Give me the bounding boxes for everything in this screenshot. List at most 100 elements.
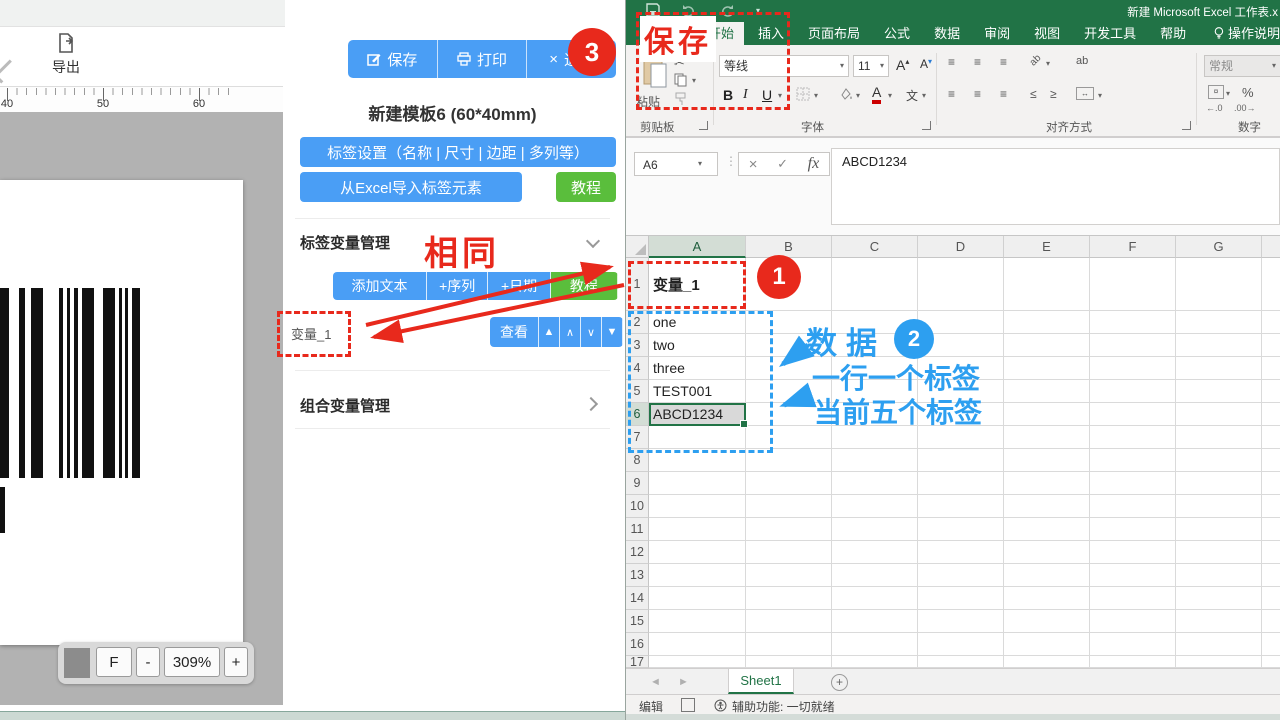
- phonetic-guide-icon[interactable]: 文: [906, 87, 918, 104]
- cell-A3[interactable]: two: [649, 334, 746, 357]
- cell-B15[interactable]: [746, 610, 832, 633]
- decrease-decimal-icon[interactable]: .00→: [1234, 103, 1256, 113]
- top-align-icon[interactable]: ≡: [948, 55, 955, 69]
- cell-F12[interactable]: [1090, 541, 1176, 564]
- cell-B9[interactable]: [746, 472, 832, 495]
- cell-F4[interactable]: [1090, 357, 1176, 380]
- cell-D7[interactable]: [918, 426, 1004, 449]
- tutorial-button[interactable]: 教程: [556, 172, 616, 202]
- cell-G7[interactable]: [1176, 426, 1262, 449]
- cell-partial-1[interactable]: [1262, 258, 1280, 311]
- cell-B7[interactable]: [746, 426, 832, 449]
- cell-A17[interactable]: [649, 656, 746, 668]
- cell-F13[interactable]: [1090, 564, 1176, 587]
- add-sequence-button[interactable]: +序列: [427, 272, 488, 300]
- cell-F8[interactable]: [1090, 449, 1176, 472]
- decrease-indent-icon[interactable]: ≤: [1030, 87, 1037, 101]
- cell-C7[interactable]: [832, 426, 918, 449]
- cell-A6[interactable]: ABCD1234: [649, 403, 746, 426]
- clipboard-dialog-launcher[interactable]: [699, 121, 708, 130]
- cell-B11[interactable]: [746, 518, 832, 541]
- cell-C17[interactable]: [832, 656, 918, 668]
- bold-button[interactable]: B: [723, 87, 733, 103]
- tab-formulas[interactable]: 公式: [874, 22, 920, 45]
- cell-G14[interactable]: [1176, 587, 1262, 610]
- print-button[interactable]: 打印: [438, 40, 528, 78]
- cell-A8[interactable]: [649, 449, 746, 472]
- row-header-9[interactable]: 9: [626, 472, 649, 495]
- undo-icon[interactable]: [682, 3, 697, 17]
- label-settings-button[interactable]: 标签设置（名称 | 尺寸 | 边距 | 多列等）: [300, 137, 616, 167]
- cell-partial-8[interactable]: [1262, 449, 1280, 472]
- save-button[interactable]: 保存: [348, 40, 438, 78]
- format-painter-icon[interactable]: [674, 92, 688, 106]
- cell-A5[interactable]: TEST001: [649, 380, 746, 403]
- column-header-F[interactable]: F: [1090, 236, 1176, 258]
- row-header-4[interactable]: 4: [626, 357, 649, 380]
- row-header-8[interactable]: 8: [626, 449, 649, 472]
- cell-E17[interactable]: [1004, 656, 1090, 668]
- row-header-13[interactable]: 13: [626, 564, 649, 587]
- cell-A11[interactable]: [649, 518, 746, 541]
- cell-F5[interactable]: [1090, 380, 1176, 403]
- cell-A13[interactable]: [649, 564, 746, 587]
- cell-G17[interactable]: [1176, 656, 1262, 668]
- cell-D1[interactable]: [918, 258, 1004, 311]
- prev-sheet-icon[interactable]: ◄: [650, 676, 661, 688]
- orientation-icon[interactable]: ab: [1028, 53, 1044, 69]
- cell-C12[interactable]: [832, 541, 918, 564]
- zoom-in-button[interactable]: +: [224, 647, 248, 677]
- row-header-6[interactable]: 6: [626, 403, 649, 426]
- cell-partial-10[interactable]: [1262, 495, 1280, 518]
- cell-partial-2[interactable]: [1262, 311, 1280, 334]
- move-top-button[interactable]: ▲: [539, 317, 560, 347]
- cell-C3[interactable]: [832, 334, 918, 357]
- cell-D12[interactable]: [918, 541, 1004, 564]
- cell-partial-7[interactable]: [1262, 426, 1280, 449]
- cell-B1[interactable]: [746, 258, 832, 311]
- cell-B12[interactable]: [746, 541, 832, 564]
- middle-align-icon[interactable]: ≡: [974, 55, 981, 69]
- design-canvas[interactable]: F - 309% +: [0, 112, 283, 705]
- cell-partial-6[interactable]: [1262, 403, 1280, 426]
- fit-button[interactable]: F: [96, 647, 132, 677]
- select-all-corner[interactable]: [626, 236, 649, 258]
- tab-insert[interactable]: 插入: [748, 22, 794, 45]
- copy-dropdown-icon[interactable]: ▾: [692, 76, 696, 85]
- tab-help[interactable]: 帮助: [1150, 22, 1196, 45]
- copy-icon[interactable]: [674, 73, 687, 87]
- cell-A12[interactable]: [649, 541, 746, 564]
- tab-data[interactable]: 数据: [924, 22, 970, 45]
- shrink-font-icon[interactable]: A▾: [920, 57, 932, 71]
- cell-D16[interactable]: [918, 633, 1004, 656]
- cell-A2[interactable]: one: [649, 311, 746, 334]
- cell-D2[interactable]: [918, 311, 1004, 334]
- cell-B17[interactable]: [746, 656, 832, 668]
- row-header-5[interactable]: 5: [626, 380, 649, 403]
- next-sheet-icon[interactable]: ►: [678, 676, 689, 688]
- fx-icon[interactable]: fx: [808, 155, 820, 173]
- cell-F2[interactable]: [1090, 311, 1176, 334]
- chevron-right-icon[interactable]: [584, 397, 598, 411]
- cell-E12[interactable]: [1004, 541, 1090, 564]
- save-icon[interactable]: [646, 3, 660, 17]
- cell-D14[interactable]: [918, 587, 1004, 610]
- cell-A16[interactable]: [649, 633, 746, 656]
- cell-D10[interactable]: [918, 495, 1004, 518]
- label-paper[interactable]: [0, 180, 243, 645]
- move-up-button[interactable]: ∧: [560, 317, 581, 347]
- cell-E10[interactable]: [1004, 495, 1090, 518]
- cell-B2[interactable]: [746, 311, 832, 334]
- name-box[interactable]: A6: [634, 152, 718, 176]
- cell-C1[interactable]: [832, 258, 918, 311]
- cell-F16[interactable]: [1090, 633, 1176, 656]
- column-header-B[interactable]: B: [746, 236, 832, 258]
- enter-icon[interactable]: ✓: [777, 156, 788, 172]
- row-header-3[interactable]: 3: [626, 334, 649, 357]
- cell-D17[interactable]: [918, 656, 1004, 668]
- cell-C2[interactable]: [832, 311, 918, 334]
- cell-G5[interactable]: [1176, 380, 1262, 403]
- formula-input[interactable]: ABCD1234: [831, 148, 1280, 225]
- column-header-E[interactable]: E: [1004, 236, 1090, 258]
- cell-partial-11[interactable]: [1262, 518, 1280, 541]
